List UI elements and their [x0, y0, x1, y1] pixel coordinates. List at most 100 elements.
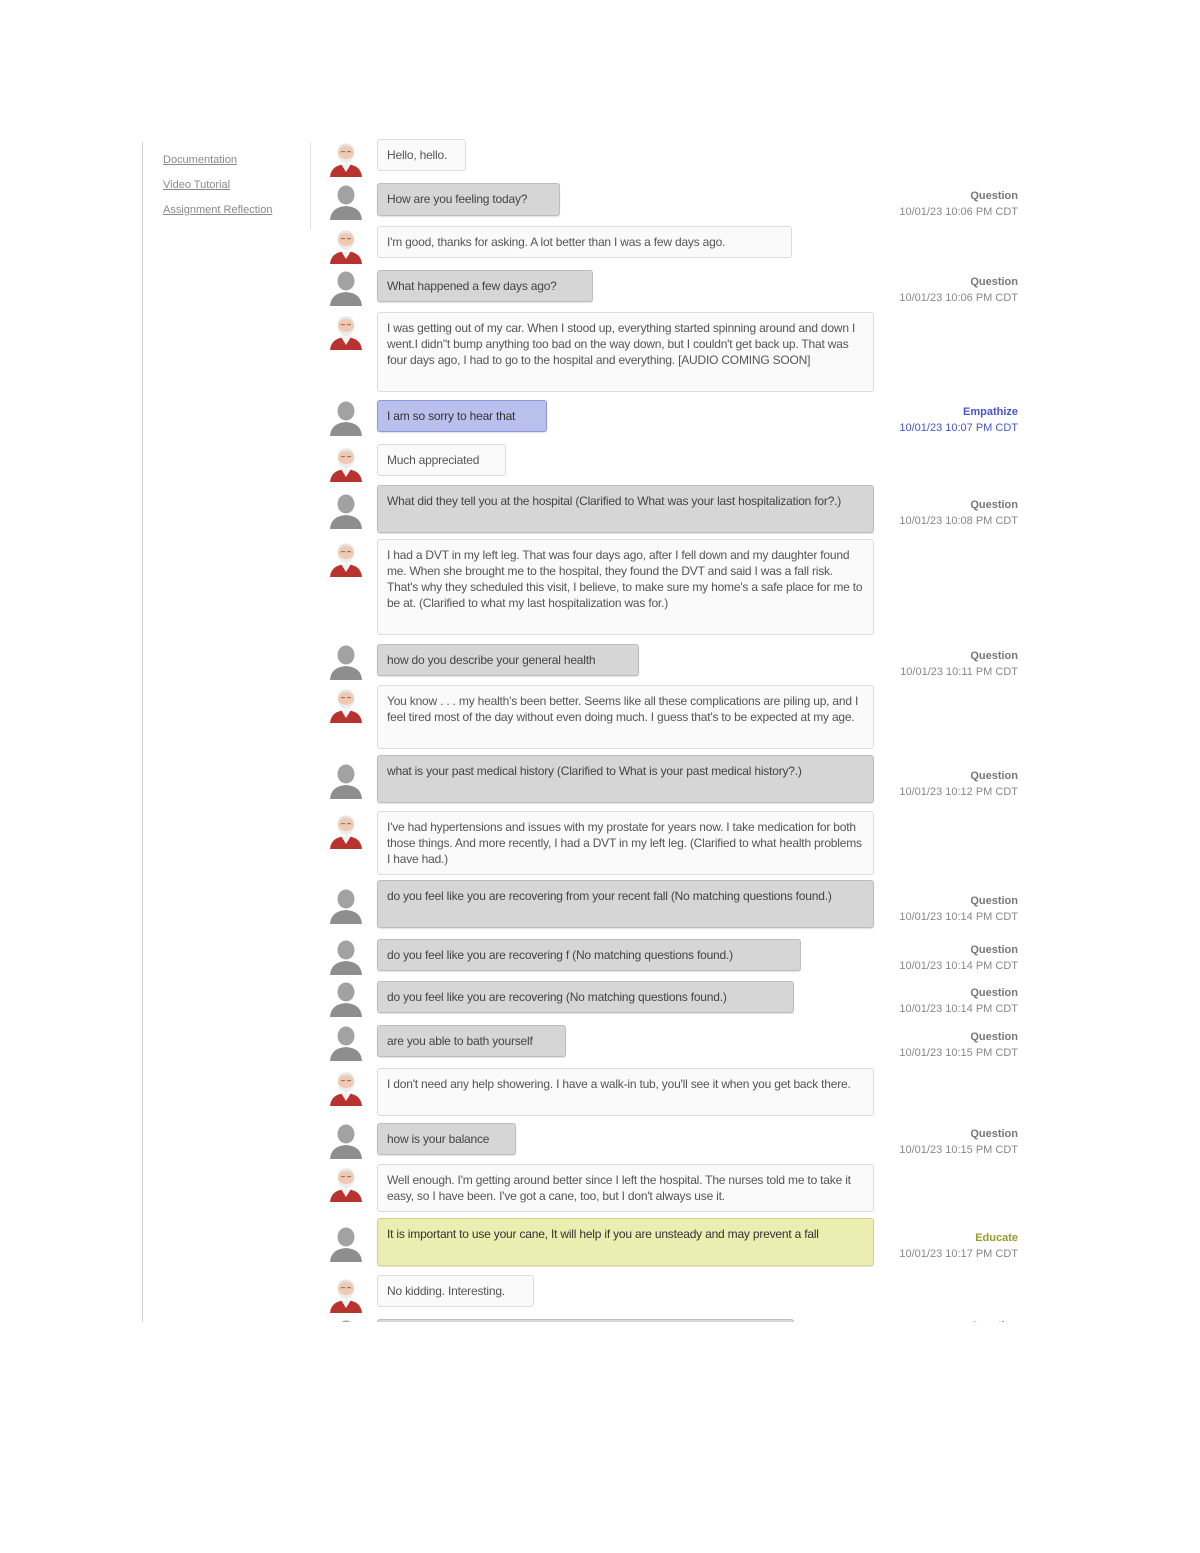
message-row: Hello, hello.	[320, 139, 1040, 177]
message-row: are you able to bath yourself Question 10/…	[320, 1025, 1040, 1061]
message-row: Well enough. I'm getting around better s…	[320, 1164, 1040, 1212]
student-avatar-icon	[330, 185, 362, 220]
patient-message: I'm good, thanks for asking. A lot bette…	[377, 226, 792, 258]
message-row: No kidding. Interesting.	[320, 1275, 1040, 1313]
message-timestamp: 10/01/23 10:11 PM CDT	[900, 666, 1018, 678]
message-row: I'm good, thanks for asking. A lot bette…	[320, 226, 1040, 264]
patient-message: I was getting out of my car. When I stoo…	[377, 312, 874, 392]
message-timestamp: 10/01/23 10:06 PM CDT	[899, 292, 1018, 304]
message-meta: Question 10/01/23 10:08 PM CDT	[899, 497, 1018, 529]
message-timestamp: 10/01/23 10:14 PM CDT	[899, 911, 1018, 923]
message-row: What did they tell you at the hospital (…	[320, 485, 1040, 533]
message-row: do you feel like you are recovering (No …	[320, 981, 1040, 1017]
message-timestamp: 10/01/23 10:15 PM CDT	[899, 1144, 1018, 1156]
message-timestamp: 10/01/23 10:14 PM CDT	[899, 960, 1018, 972]
nav-link-documentation[interactable]: Documentation	[163, 152, 303, 177]
message-row: Much appreciated	[320, 444, 1040, 482]
message-type-label: Question	[970, 276, 1018, 288]
message-type-label: Question	[970, 987, 1018, 999]
student-avatar-icon	[330, 494, 362, 529]
message-row: What happened a few days ago? Question 10/…	[320, 270, 1040, 306]
message-row: what is your past medical history (Clari…	[320, 755, 1040, 803]
message-meta: Question 10/01/23 10:14 PM CDT	[899, 942, 1018, 974]
student-avatar-icon	[330, 982, 362, 1017]
patient-avatar-icon	[330, 689, 362, 723]
message-timestamp: 10/01/23 10:06 PM CDT	[899, 206, 1018, 218]
message-row: do you feel like you are recovering f (N…	[320, 939, 1040, 975]
student-avatar-icon	[330, 1227, 362, 1262]
message-row: I've had hypertensions and issues with m…	[320, 811, 1040, 875]
message-row: I was getting out of my car. When I stoo…	[320, 312, 1040, 392]
message-meta: Question 10/01/23 10:06 PM CDT	[899, 188, 1018, 220]
left-divider	[142, 142, 143, 1322]
student-avatar-icon	[330, 764, 362, 799]
patient-avatar-icon	[330, 1279, 362, 1313]
message-row: Question	[320, 1319, 1040, 1322]
student-message: how do you describe your general health	[377, 644, 639, 676]
nav-link-assignment-reflection[interactable]: Assignment Reflection	[163, 202, 303, 227]
student-message: What happened a few days ago?	[377, 270, 593, 302]
message-meta: Question 10/01/23 10:11 PM CDT	[900, 648, 1018, 680]
patient-avatar-icon	[330, 1168, 362, 1202]
patient-message: Well enough. I'm getting around better s…	[377, 1164, 874, 1212]
message-meta: Empathize 10/01/23 10:07 PM CDT	[899, 404, 1018, 436]
patient-avatar-icon	[330, 448, 362, 482]
student-message	[377, 1319, 794, 1322]
student-message: do you feel like you are recovering (No …	[377, 981, 794, 1013]
patient-avatar-icon	[330, 230, 362, 264]
patient-message: You know . . . my health's been better. …	[377, 685, 874, 749]
nav-divider	[310, 142, 311, 230]
message-row: How are you feeling today? Question 10/01/…	[320, 183, 1040, 220]
message-meta: Question 10/01/23 10:06 PM CDT	[899, 274, 1018, 306]
message-timestamp: 10/01/23 10:17 PM CDT	[899, 1248, 1018, 1260]
message-type-label: Question	[970, 1128, 1018, 1140]
patient-avatar-icon	[330, 815, 362, 849]
student-avatar-icon	[330, 645, 362, 680]
conversation-log[interactable]: Hello, hello. How are you feeling today? Q…	[320, 139, 1040, 1322]
message-type-label: Question	[970, 944, 1018, 956]
message-row: You know . . . my health's been better. …	[320, 685, 1040, 749]
message-meta: Educate 10/01/23 10:17 PM CDT	[899, 1230, 1018, 1262]
message-type-label: Educate	[975, 1232, 1018, 1244]
message-type-label: Empathize	[962, 406, 1018, 418]
message-meta: Question 10/01/23 10:14 PM CDT	[899, 985, 1018, 1017]
student-avatar-icon	[330, 1124, 362, 1159]
student-message: what is your past medical history (Clari…	[377, 755, 874, 803]
message-type-label: Question	[970, 650, 1018, 662]
message-timestamp: 10/01/23 10:12 PM CDT	[899, 786, 1018, 798]
page: Documentation Video Tutorial Assignment …	[0, 0, 1200, 1553]
message-row: I had a DVT in my left leg. That was fou…	[320, 539, 1040, 635]
message-timestamp: 10/01/23 10:07 PM CDT	[899, 422, 1018, 434]
message-type-label: Question	[970, 499, 1018, 511]
student-message: how is your balance	[377, 1123, 516, 1155]
student-avatar-icon	[330, 1320, 362, 1322]
patient-avatar-icon	[330, 543, 362, 577]
nav-link-video-tutorial[interactable]: Video Tutorial	[163, 177, 303, 202]
student-message: do you feel like you are recovering f (N…	[377, 939, 801, 971]
patient-message: I don't need any help showering. I have …	[377, 1068, 874, 1116]
patient-avatar-icon	[330, 1072, 362, 1106]
message-timestamp: 10/01/23 10:15 PM CDT	[899, 1047, 1018, 1059]
patient-message: I've had hypertensions and issues with m…	[377, 811, 874, 875]
message-meta: Question 10/01/23 10:12 PM CDT	[899, 768, 1018, 800]
message-meta: Question 10/01/23 10:15 PM CDT	[899, 1029, 1018, 1061]
student-avatar-icon	[330, 401, 362, 436]
message-type-label: Question	[970, 895, 1018, 907]
message-row: I don't need any help showering. I have …	[320, 1068, 1040, 1116]
message-timestamp: 10/01/23 10:08 PM CDT	[899, 515, 1018, 527]
message-meta: Question 10/01/23 10:14 PM CDT	[899, 893, 1018, 925]
student-message: How are you feeling today?	[377, 183, 560, 216]
patient-avatar-icon	[330, 316, 362, 350]
message-type-label: Question	[970, 770, 1018, 782]
message-timestamp: 10/01/23 10:14 PM CDT	[899, 1003, 1018, 1015]
student-message: I am so sorry to hear that	[377, 400, 547, 432]
message-row: how do you describe your general health Q…	[320, 644, 1040, 680]
message-row: how is your balance Question 10/01/23 10:1…	[320, 1123, 1040, 1159]
message-type-label: Question	[970, 190, 1018, 202]
student-avatar-icon	[330, 1026, 362, 1061]
student-avatar-icon	[330, 271, 362, 306]
patient-avatar-icon	[330, 143, 362, 177]
message-type-label: Question	[970, 1318, 1018, 1322]
message-meta: Question	[970, 1318, 1018, 1322]
message-meta: Question 10/01/23 10:15 PM CDT	[899, 1126, 1018, 1158]
